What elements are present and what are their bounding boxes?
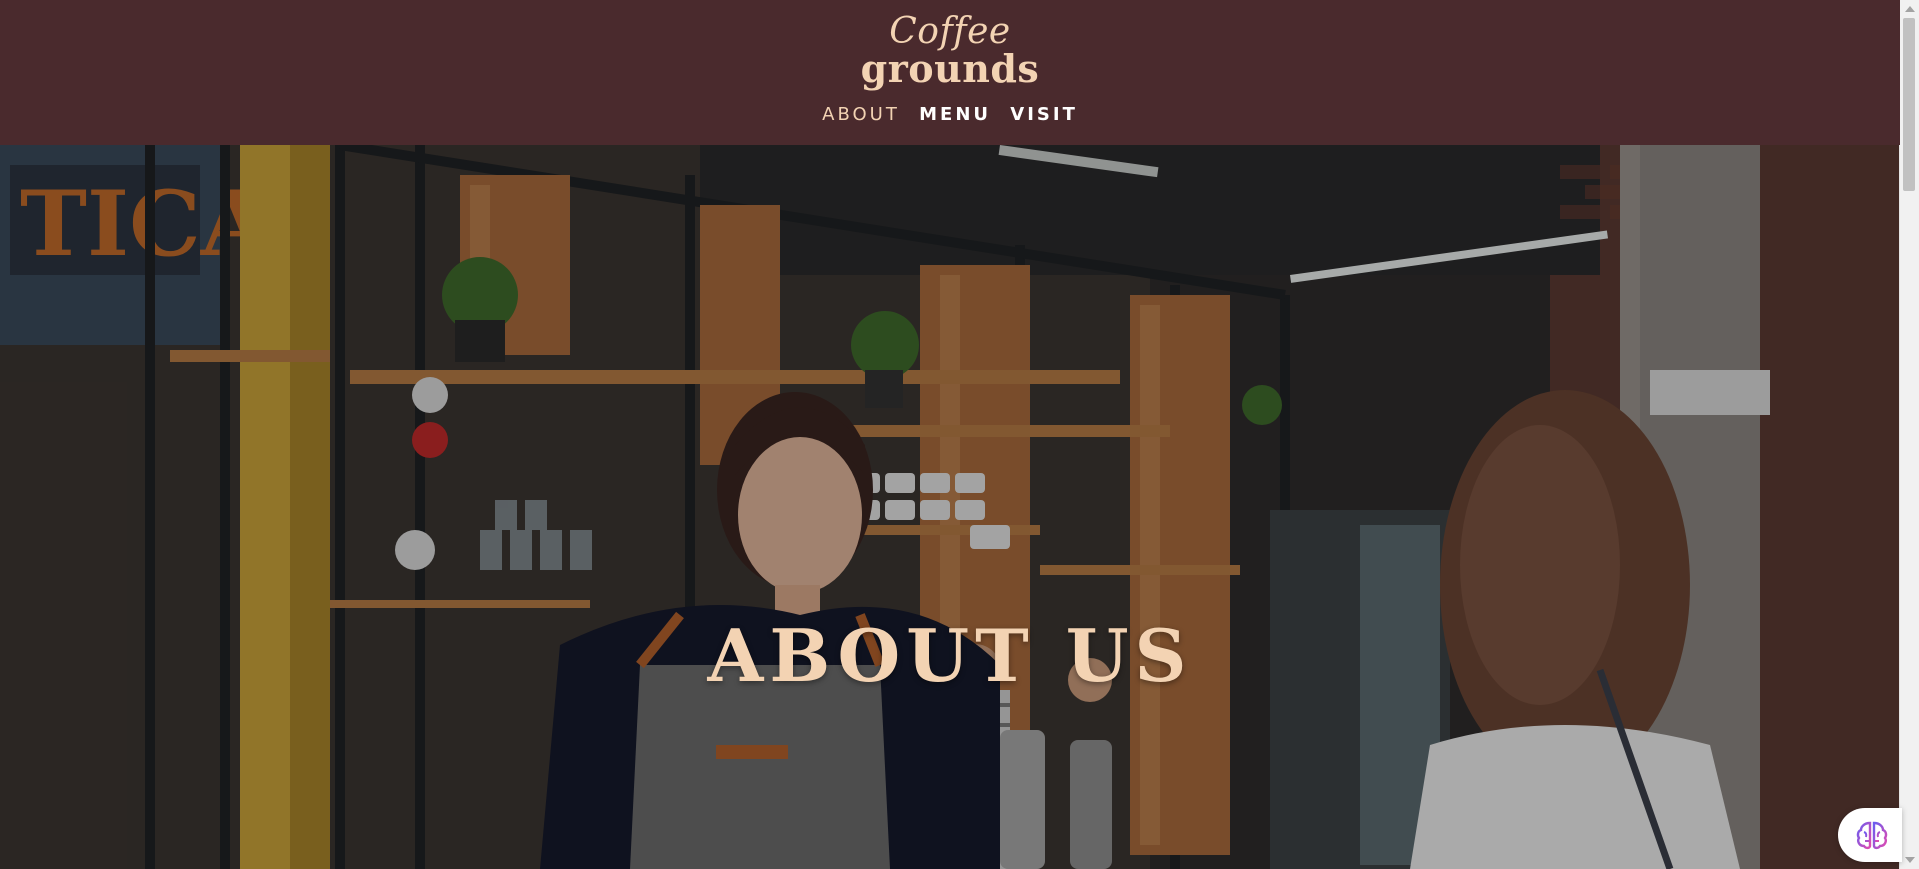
main-nav: ABOUT MENU VISIT bbox=[0, 104, 1900, 125]
vertical-scrollbar[interactable] bbox=[1899, 0, 1919, 869]
viewport: Coffee grounds ABOUT MENU VISIT TICA ABO… bbox=[0, 0, 1900, 869]
nav-item-about[interactable]: ABOUT bbox=[822, 104, 900, 125]
brand-logo-line2: grounds bbox=[860, 46, 1040, 91]
nav-item-visit[interactable]: VISIT bbox=[1010, 104, 1078, 125]
scrollbar-thumb[interactable] bbox=[1903, 18, 1915, 191]
brain-icon bbox=[1856, 821, 1888, 850]
page: Coffee grounds ABOUT MENU VISIT TICA ABO… bbox=[0, 0, 1919, 869]
hero-overlay bbox=[0, 145, 1900, 869]
brand-logo-line1: Coffee bbox=[889, 11, 1011, 52]
scroll-down-arrow-icon[interactable] bbox=[1905, 857, 1915, 863]
nav-item-menu[interactable]: MENU bbox=[919, 104, 991, 125]
assistant-widget-button[interactable] bbox=[1838, 808, 1902, 862]
site-header: Coffee grounds ABOUT MENU VISIT bbox=[0, 0, 1900, 145]
hero-section: TICA ABOUT US bbox=[0, 145, 1900, 869]
hero-title: ABOUT US bbox=[707, 613, 1193, 699]
scroll-up-arrow-icon[interactable] bbox=[1905, 6, 1915, 12]
brand-logo[interactable]: Coffee grounds bbox=[0, 14, 1900, 88]
